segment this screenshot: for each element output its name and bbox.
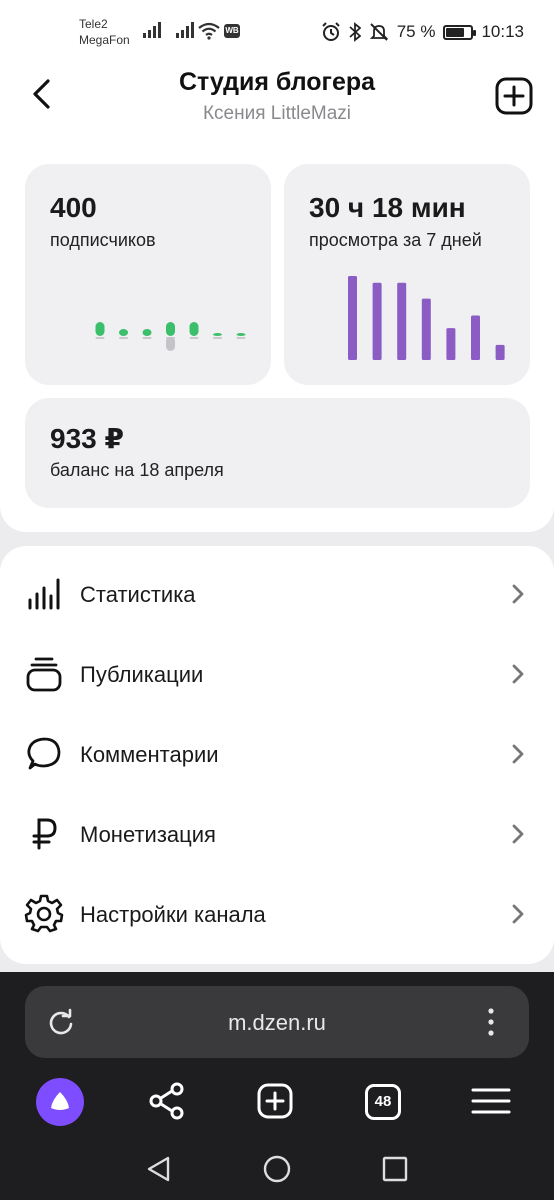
views-bar-chart: [348, 276, 505, 360]
menu-item-label: Настройки канала: [80, 902, 266, 927]
views-bar-1: [372, 282, 382, 360]
subscribers-sparkline: [95, 322, 246, 351]
alice-assistant-button[interactable]: [36, 1078, 84, 1126]
subscribers-bar-6: [236, 333, 246, 336]
more-vertical-icon[interactable]: [483, 1006, 499, 1038]
alarm-icon: [321, 22, 340, 41]
new-tab-icon[interactable]: [250, 1076, 300, 1126]
chevron-right-icon: [512, 664, 524, 684]
nav-recents-icon[interactable]: [380, 1154, 410, 1184]
subscribers-bar-0: [95, 322, 105, 336]
battery-icon: [443, 24, 477, 40]
carrier-1: Tele2: [79, 17, 108, 31]
ruble-icon: [32, 818, 57, 850]
add-publication-button[interactable]: [495, 77, 533, 115]
battery-percent: 75 %: [396, 22, 436, 41]
url-text[interactable]: m.dzen.ru: [25, 1010, 529, 1036]
menu-icon[interactable]: [466, 1076, 516, 1126]
clock: 10:13: [481, 22, 524, 41]
wifi-icon: [198, 22, 220, 40]
subscribers-bar-3: [166, 322, 175, 336]
menu-item-comments[interactable]: Комментарии: [0, 714, 554, 794]
chevron-right-icon: [512, 824, 524, 844]
subscribers-neg-bar-3: [166, 337, 175, 351]
channel-name: Ксения LittleMazi: [202, 103, 352, 124]
carrier-names: Tele2 MegaFon: [79, 16, 130, 48]
settings-icon: [24, 894, 64, 933]
alice-icon: [51, 1092, 69, 1110]
balance-label: баланс на 18 апреля: [50, 460, 224, 480]
battery-fill: [446, 27, 465, 37]
views-bar-2: [397, 282, 407, 360]
balance-tile[interactable]: 933 ₽ баланс на 18 апреля: [25, 398, 530, 508]
subscribers-base-1: [119, 337, 128, 339]
address-bar[interactable]: m.dzen.ru: [25, 986, 529, 1058]
chevron-right-icon: [512, 744, 524, 764]
views-tile[interactable]: 30 ч 18 мин просмотра за 7 дней: [284, 164, 530, 385]
wb-badge: WB: [224, 24, 240, 38]
subscribers-base-0: [95, 337, 105, 339]
subscribers-base-4: [189, 337, 199, 339]
chevron-right-icon: [512, 584, 524, 604]
comment-icon: [27, 737, 61, 770]
balance-amount: 933 ₽: [50, 423, 124, 454]
nav-home-icon[interactable]: [262, 1154, 292, 1184]
stats-icon: [28, 578, 60, 610]
subscribers-bar-2: [142, 329, 152, 336]
menu-item-label: Публикации: [80, 662, 204, 687]
subscribers-bar-1: [119, 329, 128, 336]
subscribers-tile[interactable]: 400 подписчиков: [25, 164, 271, 385]
tabs-count-button[interactable]: 48: [365, 1084, 401, 1120]
views-bar-6: [495, 344, 505, 360]
bluetooth-icon: [349, 22, 361, 42]
views-bar-4: [446, 328, 456, 360]
carrier-2: MegaFon: [79, 33, 130, 47]
menu-item-label: Монетизация: [80, 822, 216, 847]
menu-item-statistics[interactable]: Статистика: [0, 554, 554, 634]
status-right: 75 % 10:13: [321, 21, 524, 43]
nav-back-icon[interactable]: [144, 1154, 174, 1184]
browser-chrome: m.dzen.ru 48: [0, 972, 554, 1200]
subscribers-base-2: [142, 337, 152, 339]
menu-item-publications[interactable]: Публикации: [0, 634, 554, 714]
page-title: Студия блогера: [178, 68, 376, 96]
publications-icon: [26, 657, 62, 692]
menu-item-label: Комментарии: [80, 742, 219, 767]
menu-card: Статистика Публикации Комментарии Монети…: [0, 546, 554, 964]
menu-item-monetization[interactable]: Монетизация: [0, 794, 554, 874]
mute-icon: [369, 23, 388, 41]
subscribers-bar-5: [213, 333, 222, 336]
menu-item-channel-settings[interactable]: Настройки канала: [0, 874, 554, 954]
views-bar-3: [421, 298, 431, 360]
chevron-right-icon: [512, 904, 524, 924]
subscribers-bar-4: [189, 322, 199, 336]
status-bar: Tele2 MegaFon WB 75 % 10:13: [0, 0, 554, 60]
menu-item-label: Статистика: [80, 582, 196, 607]
subscribers-base-6: [236, 337, 246, 339]
views-bar-0: [348, 276, 357, 360]
signal-icon: [143, 22, 161, 38]
views-bar-5: [471, 315, 480, 360]
signal-icon: [176, 22, 194, 38]
share-icon[interactable]: [142, 1076, 192, 1126]
subscribers-base-5: [213, 337, 222, 339]
